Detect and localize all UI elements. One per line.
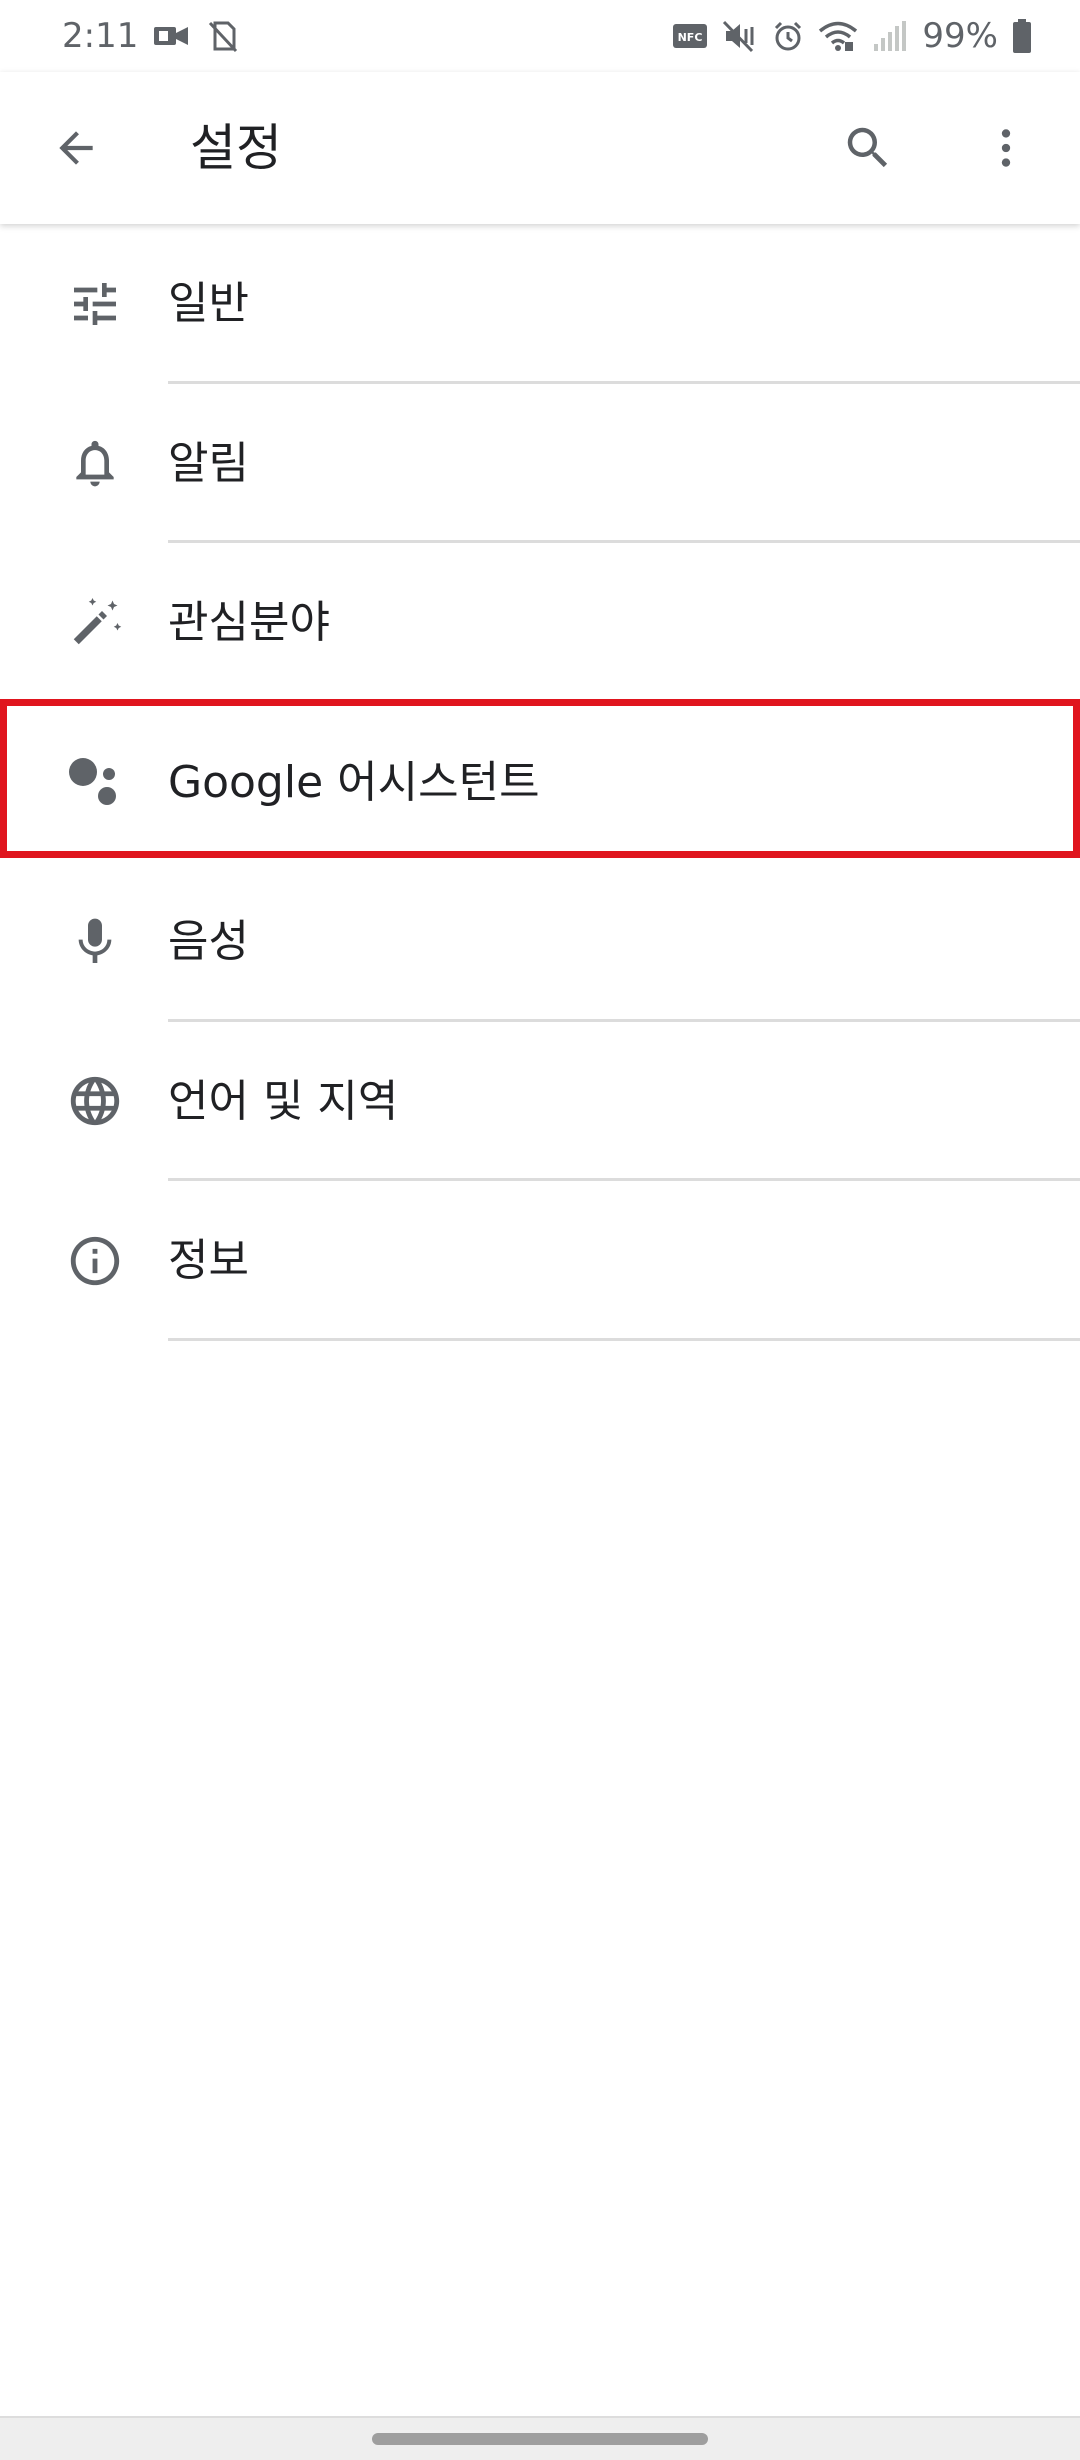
sim-off-icon	[206, 19, 240, 53]
divider	[168, 1337, 1080, 1341]
battery-icon	[1012, 19, 1032, 53]
tune-icon	[60, 269, 130, 339]
settings-item-label: 관심분야	[168, 597, 330, 648]
settings-item-interests[interactable]: 관심분야	[0, 543, 1080, 703]
vibrate-mute-icon	[722, 19, 758, 53]
app-bar: 설정	[0, 72, 1080, 224]
info-icon	[60, 1226, 130, 1296]
settings-item-google-assistant[interactable]: Google 어시스턴트	[0, 703, 1080, 863]
settings-item-about[interactable]: 정보	[0, 1181, 1080, 1341]
wifi-icon	[818, 20, 858, 52]
settings-item-label: 음성	[168, 916, 249, 967]
magic-wand-icon	[60, 588, 130, 658]
more-vert-icon	[1001, 129, 1011, 167]
microphone-icon	[60, 907, 130, 977]
settings-item-notifications[interactable]: 알림	[0, 384, 1080, 543]
more-options-button[interactable]	[970, 112, 1042, 184]
home-gesture-handle[interactable]	[372, 2433, 708, 2445]
settings-item-label: 정보	[168, 1235, 249, 1286]
globe-icon	[60, 1066, 130, 1136]
settings-item-general[interactable]: 일반	[0, 224, 1080, 384]
video-call-icon	[152, 21, 192, 51]
status-right: NFC 99%	[672, 16, 1032, 56]
bell-icon	[60, 428, 130, 498]
status-time: 2:11	[62, 16, 139, 56]
page-title: 설정	[190, 119, 282, 177]
nfc-text: NFC	[678, 31, 703, 44]
status-bar: 2:11 NFC 99%	[0, 0, 1080, 72]
settings-item-label: 일반	[168, 278, 249, 329]
settings-item-language-region[interactable]: 언어 및 지역	[0, 1022, 1080, 1181]
settings-item-label: Google 어시스턴트	[168, 756, 540, 808]
alarm-icon	[772, 20, 804, 52]
battery-percent: 99%	[922, 16, 998, 56]
search-icon	[847, 127, 888, 168]
back-button[interactable]	[40, 112, 112, 184]
navigation-bar	[0, 2416, 1080, 2460]
google-assistant-icon	[60, 747, 130, 817]
status-left: 2:11	[62, 16, 240, 56]
settings-item-voice[interactable]: 음성	[0, 862, 1080, 1022]
search-button[interactable]	[832, 112, 904, 184]
settings-item-label: 언어 및 지역	[168, 1075, 399, 1127]
nfc-icon: NFC	[672, 23, 708, 49]
settings-list: 일반 알림 관심분야 Google 어시스턴트 음성 언어 및 지역 정보	[0, 224, 1080, 1341]
signal-icon	[872, 20, 908, 52]
settings-item-label: 알림	[168, 437, 249, 489]
arrow-back-icon	[59, 131, 93, 165]
